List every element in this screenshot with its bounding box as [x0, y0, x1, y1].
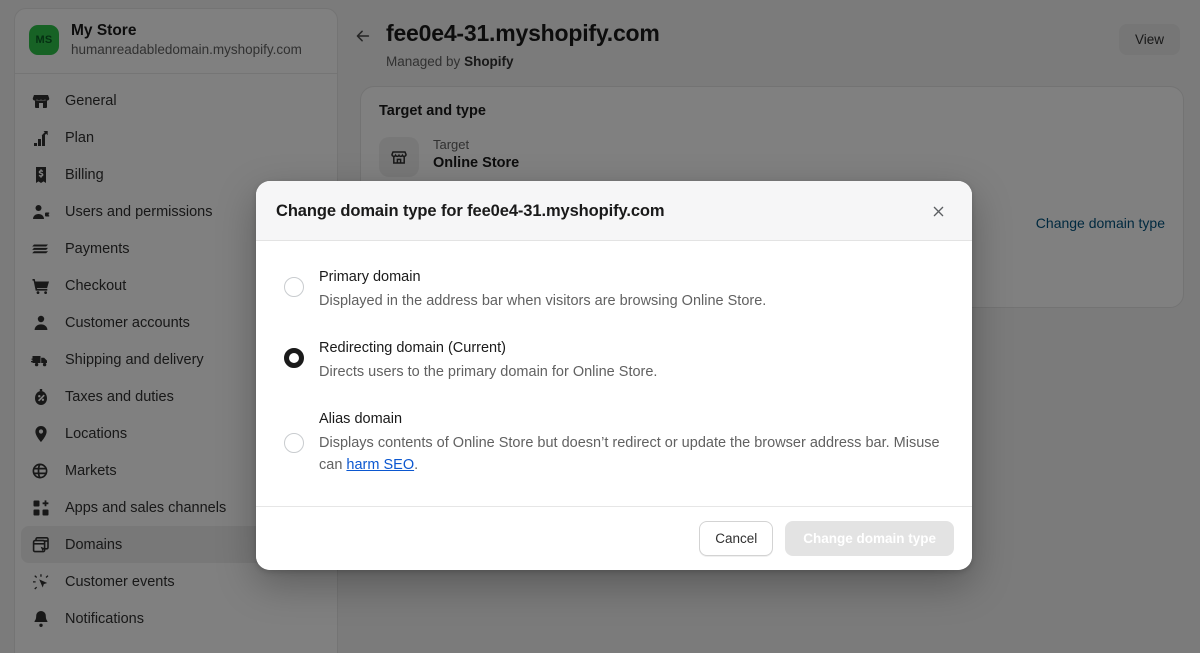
modal-footer: Cancel Change domain type [256, 506, 972, 570]
option-description-part2: . [414, 457, 419, 473]
cancel-button[interactable]: Cancel [699, 521, 774, 556]
option-label: Redirecting domain (Current) [319, 340, 506, 356]
option-label: Alias domain [319, 411, 403, 427]
radio-primary-domain[interactable] [284, 277, 304, 297]
option-description: Displayed in the address bar when visito… [319, 293, 767, 309]
option-text: Redirecting domain (Current) Directs use… [319, 338, 952, 383]
radio-alias-domain[interactable] [284, 432, 304, 453]
option-text: Primary domain Displayed in the address … [319, 267, 952, 312]
modal-header: Change domain type for fee0e4-31.myshopi… [256, 181, 972, 241]
option-text: Alias domain Displays contents of Online… [319, 409, 952, 476]
app-root: MS My Store humanreadabledomain.myshopif… [0, 0, 1200, 653]
harm-seo-link[interactable]: harm SEO [346, 457, 414, 473]
option-alias-domain[interactable]: Alias domain Displays contents of Online… [276, 409, 952, 476]
option-description: Displays contents of Online Store but do… [319, 432, 952, 476]
option-redirecting-domain[interactable]: Redirecting domain (Current) Directs use… [276, 338, 952, 383]
modal-body: Primary domain Displayed in the address … [256, 241, 972, 506]
option-description: Directs users to the primary domain for … [319, 364, 658, 380]
radio-redirecting-domain[interactable] [284, 348, 304, 368]
change-domain-type-button[interactable]: Change domain type [785, 521, 954, 556]
option-primary-domain[interactable]: Primary domain Displayed in the address … [276, 267, 952, 312]
option-label: Primary domain [319, 269, 421, 285]
change-domain-type-modal: Change domain type for fee0e4-31.myshopi… [256, 181, 972, 570]
modal-title: Change domain type for fee0e4-31.myshopi… [276, 201, 665, 220]
close-icon[interactable] [924, 197, 952, 225]
